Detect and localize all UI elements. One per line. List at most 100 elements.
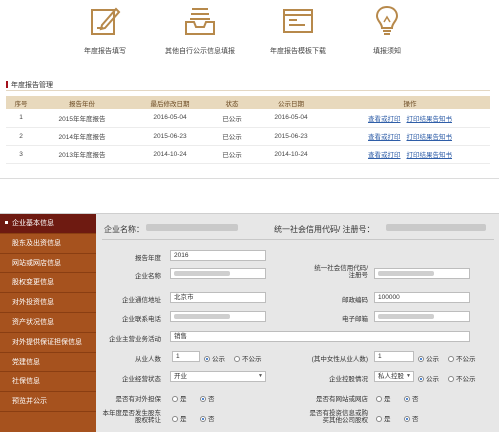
credit-code-label-line1: 统一社会信用代码/	[314, 265, 368, 272]
select-value: 开业	[174, 373, 187, 380]
cell-no: 3	[6, 145, 36, 164]
website-yes-radio[interactable]: 是	[376, 393, 391, 403]
column-header: 公示日期	[252, 96, 330, 109]
shortcut-label: 年度报告填写	[84, 48, 126, 55]
equity-transfer-no-radio[interactable]: 否	[200, 413, 215, 423]
cell-status: 已公示	[212, 127, 252, 146]
section-title-text: 年度报告管理	[11, 82, 53, 89]
cell-actions: 查看或打印 打印结果告知书	[330, 145, 490, 164]
radio-selected-icon	[200, 416, 206, 422]
equity-transfer-yes-radio[interactable]: 是	[172, 413, 187, 423]
radio-label: 是	[384, 416, 391, 423]
radio-selected-icon	[418, 376, 424, 382]
operating-status-label: 企业经营状态	[122, 376, 161, 383]
lightbulb-icon	[375, 5, 399, 35]
table-header-row: 序号 报告年份 最后修改日期 状态 公示日期 操作	[6, 96, 490, 109]
phone-field[interactable]	[170, 311, 266, 322]
radio-empty-icon	[448, 356, 454, 362]
chevron-down-icon: ▼	[258, 373, 263, 379]
cell-modified: 2014-10-24	[128, 145, 212, 164]
radio-empty-icon	[448, 376, 454, 382]
female-public-radio[interactable]: 公示	[418, 353, 439, 363]
sidebar-item-equity-change[interactable]: 股权变更信息	[0, 273, 96, 294]
print-notice-link[interactable]: 打印结果告知书	[407, 152, 453, 159]
guarantee-no-radio[interactable]: 否	[200, 393, 215, 403]
radio-selected-icon	[404, 416, 410, 422]
view-print-link[interactable]: 查看或打印	[368, 152, 401, 159]
filing-notice-shortcut[interactable]: 填报须知	[332, 4, 442, 56]
holding-public-radio[interactable]: 公示	[418, 373, 439, 383]
employees-private-radio[interactable]: 不公示	[234, 353, 262, 363]
investment-yes-radio[interactable]: 是	[376, 413, 391, 423]
print-notice-link[interactable]: 打印结果告知书	[407, 116, 453, 123]
radio-label: 否	[208, 396, 215, 403]
report-year-label: 报告年度	[135, 255, 161, 262]
postcode-field[interactable]: 100000	[374, 292, 470, 303]
sidebar-item-basic-info[interactable]: 企业基本信息	[0, 214, 96, 234]
divider	[0, 178, 499, 179]
cell-no: 1	[6, 109, 36, 128]
column-header: 操作	[330, 96, 490, 109]
sidebar-item-party[interactable]: 党建信息	[0, 353, 96, 373]
sidebar-item-assets[interactable]: 资产状况信息	[0, 313, 96, 333]
cell-published: 2016-05-04	[252, 109, 330, 128]
inbox-tray-icon	[185, 8, 215, 35]
annual-report-table: 序号 报告年份 最后修改日期 状态 公示日期 操作 1 2015年年度报告 20…	[6, 96, 490, 164]
female-private-radio[interactable]: 不公示	[448, 353, 476, 363]
website-label: 是否有网站或网店	[316, 396, 368, 403]
view-print-link[interactable]: 查看或打印	[368, 116, 401, 123]
address-field[interactable]: 北京市	[170, 292, 266, 303]
divider	[6, 90, 490, 91]
radio-label: 否	[412, 396, 419, 403]
radio-selected-icon	[404, 396, 410, 402]
sidebar-item-guarantee[interactable]: 对外提供保证担保信息	[0, 333, 96, 353]
female-employees-field[interactable]: 1	[374, 351, 414, 362]
pencil-document-icon	[91, 7, 121, 35]
basic-info-form: 企业名称： 统一社会信用代码/ 注册号： 报告年度 2016 企业名称 统一社会…	[96, 214, 499, 432]
title-accent-bar	[6, 81, 8, 88]
cell-year: 2015年年度报告	[36, 109, 128, 128]
guarantee-label: 是否有对外担保	[115, 396, 162, 403]
email-field[interactable]	[374, 311, 470, 322]
print-notice-link[interactable]: 打印结果告知书	[407, 134, 453, 141]
annual-report-fill-shortcut[interactable]: 年度报告填写	[50, 4, 160, 56]
holding-private-radio[interactable]: 不公示	[448, 373, 476, 383]
view-print-link[interactable]: 查看或打印	[368, 134, 401, 141]
business-label: 企业主营业务活动	[109, 336, 161, 343]
cell-status: 已公示	[212, 109, 252, 128]
employees-field[interactable]: 1	[172, 351, 200, 362]
operating-status-select[interactable]: 开业 ▼	[170, 371, 266, 382]
sidebar-item-social-security[interactable]: 社保信息	[0, 372, 96, 393]
column-header: 状态	[212, 96, 252, 109]
investment-label-line1: 是否有投资信息或购	[309, 410, 369, 417]
guarantee-yes-radio[interactable]: 是	[172, 393, 187, 403]
female-employees-label: (其中女性从业人数)	[311, 356, 368, 363]
table-row: 1 2015年年度报告 2016-05-04 已公示 2016-05-04 查看…	[6, 109, 490, 128]
cell-modified: 2016-05-04	[128, 109, 212, 128]
postcode-label: 邮政编码	[342, 297, 368, 304]
shortcut-label: 其他自行公示信息填报	[165, 48, 235, 55]
sidebar-item-website[interactable]: 网站或网店信息	[0, 254, 96, 274]
cell-actions: 查看或打印 打印结果告知书	[330, 109, 490, 128]
investment-no-radio[interactable]: 否	[404, 413, 419, 423]
cell-actions: 查看或打印 打印结果告知书	[330, 127, 490, 146]
credit-code-field[interactable]	[374, 268, 470, 279]
shortcut-label: 填报须知	[373, 48, 401, 55]
employees-public-radio[interactable]: 公示	[204, 353, 225, 363]
email-label: 电子邮箱	[342, 316, 368, 323]
website-no-radio[interactable]: 否	[404, 393, 419, 403]
sidebar-item-preview[interactable]: 预览并公示	[0, 392, 96, 412]
sidebar-item-investment[interactable]: 对外投资信息	[0, 293, 96, 313]
company-name-header-label: 企业名称：	[104, 225, 144, 234]
company-name-label: 企业名称	[135, 273, 161, 280]
other-disclosure-shortcut[interactable]: 其他自行公示信息填报	[145, 4, 255, 56]
holding-select[interactable]: 私人控股 ▼	[374, 371, 414, 382]
column-header: 报告年份	[36, 96, 128, 109]
company-name-field[interactable]	[170, 268, 266, 279]
equity-transfer-label-line1: 本年度是否发生股东	[102, 410, 162, 417]
radio-label: 不公示	[242, 356, 262, 363]
sidebar-item-shareholders[interactable]: 股东及出资信息	[0, 234, 96, 254]
report-year-field[interactable]: 2016	[170, 250, 266, 261]
business-field[interactable]: 销售	[170, 331, 470, 342]
holding-label: 企业控股情况	[329, 376, 368, 383]
